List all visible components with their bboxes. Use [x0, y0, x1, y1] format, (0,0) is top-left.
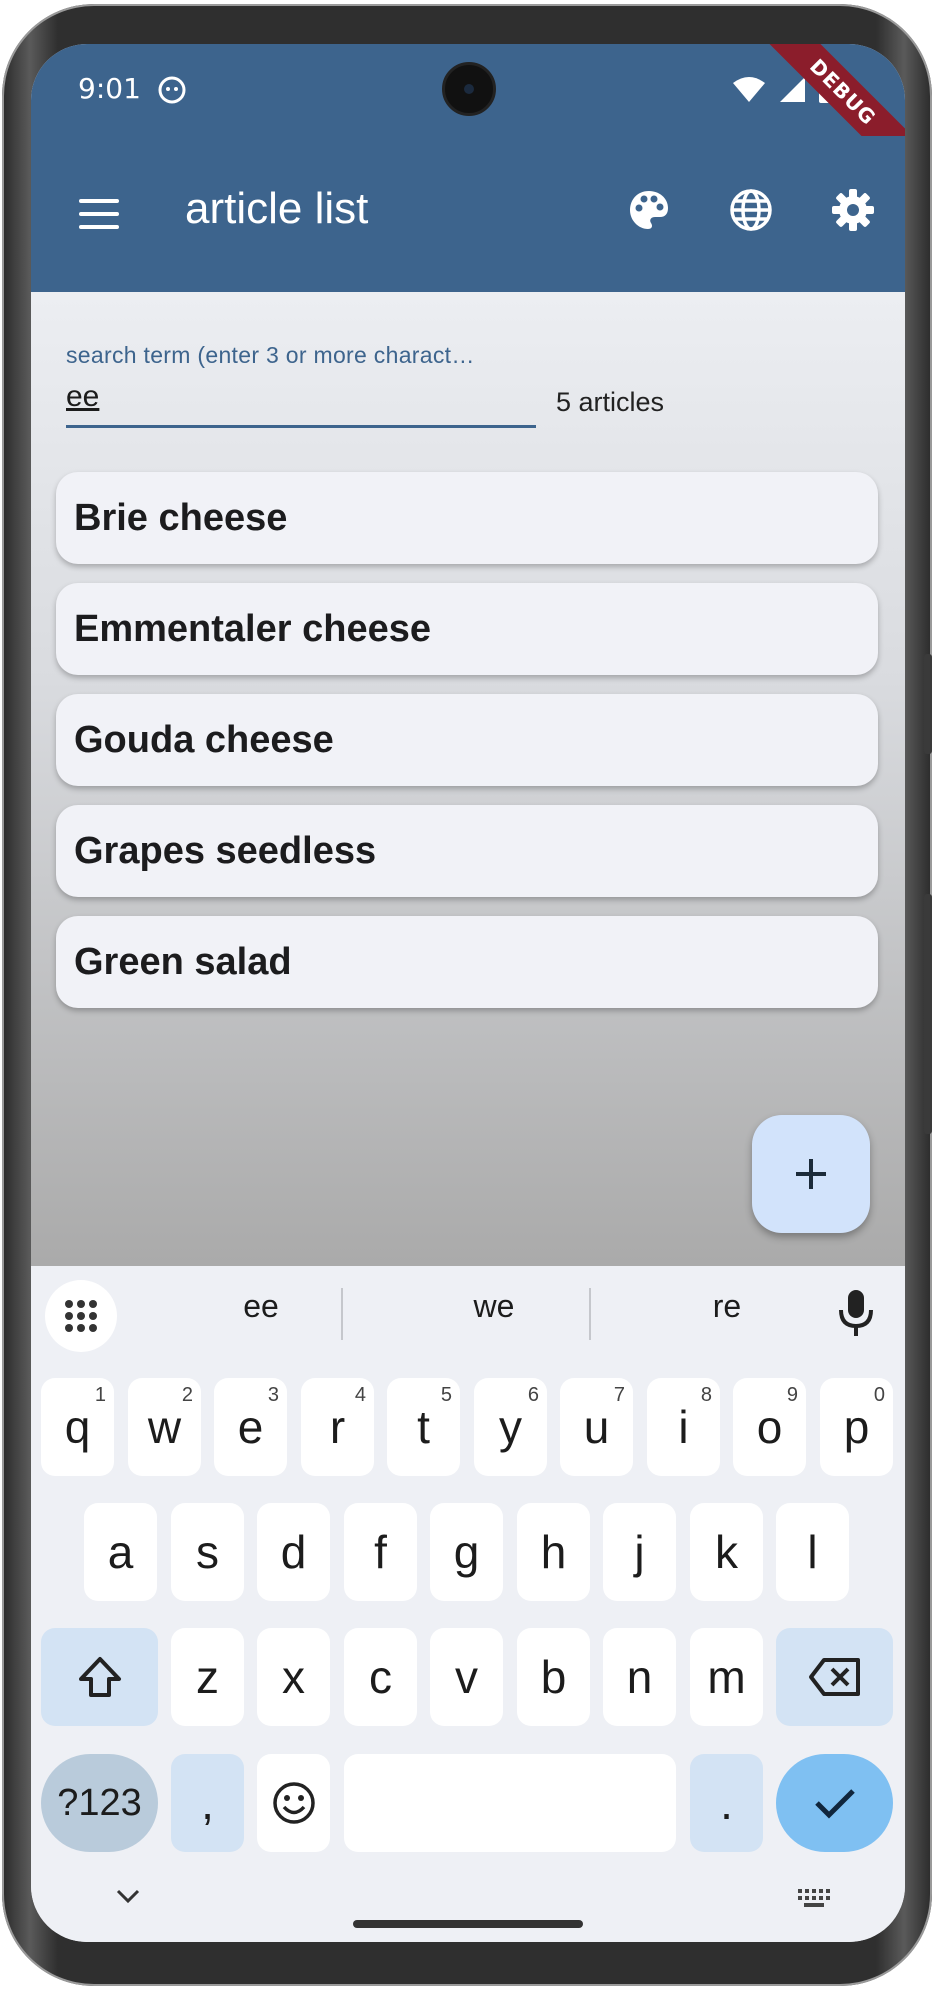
key-z[interactable]: z	[171, 1628, 244, 1726]
key-h[interactable]: h	[517, 1503, 590, 1601]
menu-icon[interactable]	[69, 184, 129, 244]
navigation-bar	[31, 1872, 905, 1942]
done-key[interactable]	[776, 1754, 893, 1852]
suggestion-bar: ee we re	[31, 1266, 905, 1366]
article-item[interactable]: Gouda cheese	[56, 694, 878, 786]
settings-icon[interactable]	[823, 180, 883, 240]
key-w[interactable]: w2	[128, 1378, 201, 1476]
key-n[interactable]: n	[603, 1628, 676, 1726]
key-e[interactable]: e3	[214, 1378, 287, 1476]
key-m[interactable]: m	[690, 1628, 763, 1726]
key-a[interactable]: a	[84, 1503, 157, 1601]
suggestion-word[interactable]: re	[647, 1288, 807, 1325]
keyboard-icon[interactable]	[796, 1886, 832, 1910]
app-bar: article list	[31, 136, 905, 292]
keyboard-apps-icon[interactable]	[45, 1280, 117, 1352]
volume-button	[924, 654, 932, 754]
status-bar: 9:01 DEBUG	[31, 44, 905, 190]
content-area: search term (enter 3 or more charact… ee…	[31, 292, 905, 1266]
backspace-icon	[808, 1658, 860, 1696]
key-o[interactable]: o9	[733, 1378, 806, 1476]
search-input-value: ee	[66, 380, 100, 413]
article-item[interactable]: Grapes seedless	[56, 805, 878, 897]
chevron-down-icon[interactable]	[113, 1886, 143, 1906]
key-x[interactable]: x	[257, 1628, 330, 1726]
page-title: article list	[185, 184, 369, 233]
symbols-key[interactable]: ?123	[41, 1754, 158, 1852]
key-q[interactable]: q1	[41, 1378, 114, 1476]
wifi-icon	[733, 77, 765, 102]
article-item[interactable]: Green salad	[56, 916, 878, 1008]
key-b[interactable]: b	[517, 1628, 590, 1726]
search-input[interactable]: ee	[66, 380, 536, 428]
power-button	[924, 894, 932, 1134]
article-count: 5 articles	[556, 387, 665, 417]
key-c[interactable]: c	[344, 1628, 417, 1726]
plus-icon	[796, 1159, 826, 1189]
add-article-button[interactable]	[752, 1115, 870, 1233]
key-s[interactable]: s	[171, 1503, 244, 1601]
microphone-icon[interactable]	[836, 1288, 876, 1340]
shift-icon	[78, 1657, 121, 1697]
screen: 9:01 DEBUG article list search term (ent…	[31, 44, 905, 1942]
suggestion-word[interactable]: we	[414, 1288, 574, 1325]
key-p[interactable]: p0	[820, 1378, 893, 1476]
home-gesture-bar[interactable]	[353, 1920, 583, 1928]
emoji-key[interactable]	[257, 1754, 330, 1852]
notification-icon	[157, 76, 187, 104]
key-i[interactable]: i8	[647, 1378, 720, 1476]
period-key[interactable]: .	[690, 1754, 763, 1852]
signal-icon	[780, 77, 805, 102]
front-camera	[442, 62, 496, 116]
palette-icon[interactable]	[619, 180, 679, 240]
comma-key[interactable]: ,	[171, 1754, 244, 1852]
soft-keyboard: ee we re q1 w2 e3 r4 t5 y6 u7 i8 o 9 p 0…	[31, 1266, 905, 1942]
key-y[interactable]: y6	[474, 1378, 547, 1476]
key-u[interactable]: u7	[560, 1378, 633, 1476]
divider	[341, 1288, 343, 1340]
key-g[interactable]: g	[430, 1503, 503, 1601]
emoji-icon	[272, 1782, 315, 1824]
key-v[interactable]: v	[430, 1628, 503, 1726]
article-item[interactable]: Emmentaler cheese	[56, 583, 878, 675]
key-k[interactable]: k	[690, 1503, 763, 1601]
backspace-key[interactable]	[776, 1628, 893, 1726]
suggestion-word[interactable]: ee	[181, 1288, 341, 1325]
key-f[interactable]: f	[344, 1503, 417, 1601]
key-d[interactable]: d	[257, 1503, 330, 1601]
phone-frame: 9:01 DEBUG article list search term (ent…	[2, 4, 932, 1986]
language-icon[interactable]	[721, 180, 781, 240]
checkmark-icon	[814, 1789, 855, 1819]
space-key[interactable]	[344, 1754, 676, 1852]
key-l[interactable]: l	[776, 1503, 849, 1601]
key-r[interactable]: r4	[301, 1378, 374, 1476]
status-time: 9:01	[78, 72, 141, 105]
divider	[589, 1288, 591, 1340]
shift-key[interactable]	[41, 1628, 158, 1726]
key-t[interactable]: t5	[387, 1378, 460, 1476]
search-label: search term (enter 3 or more charact…	[66, 342, 475, 368]
article-item[interactable]: Brie cheese	[56, 472, 878, 564]
page: 9:01 DEBUG article list search term (ent…	[0, 0, 944, 1992]
key-j[interactable]: j	[603, 1503, 676, 1601]
